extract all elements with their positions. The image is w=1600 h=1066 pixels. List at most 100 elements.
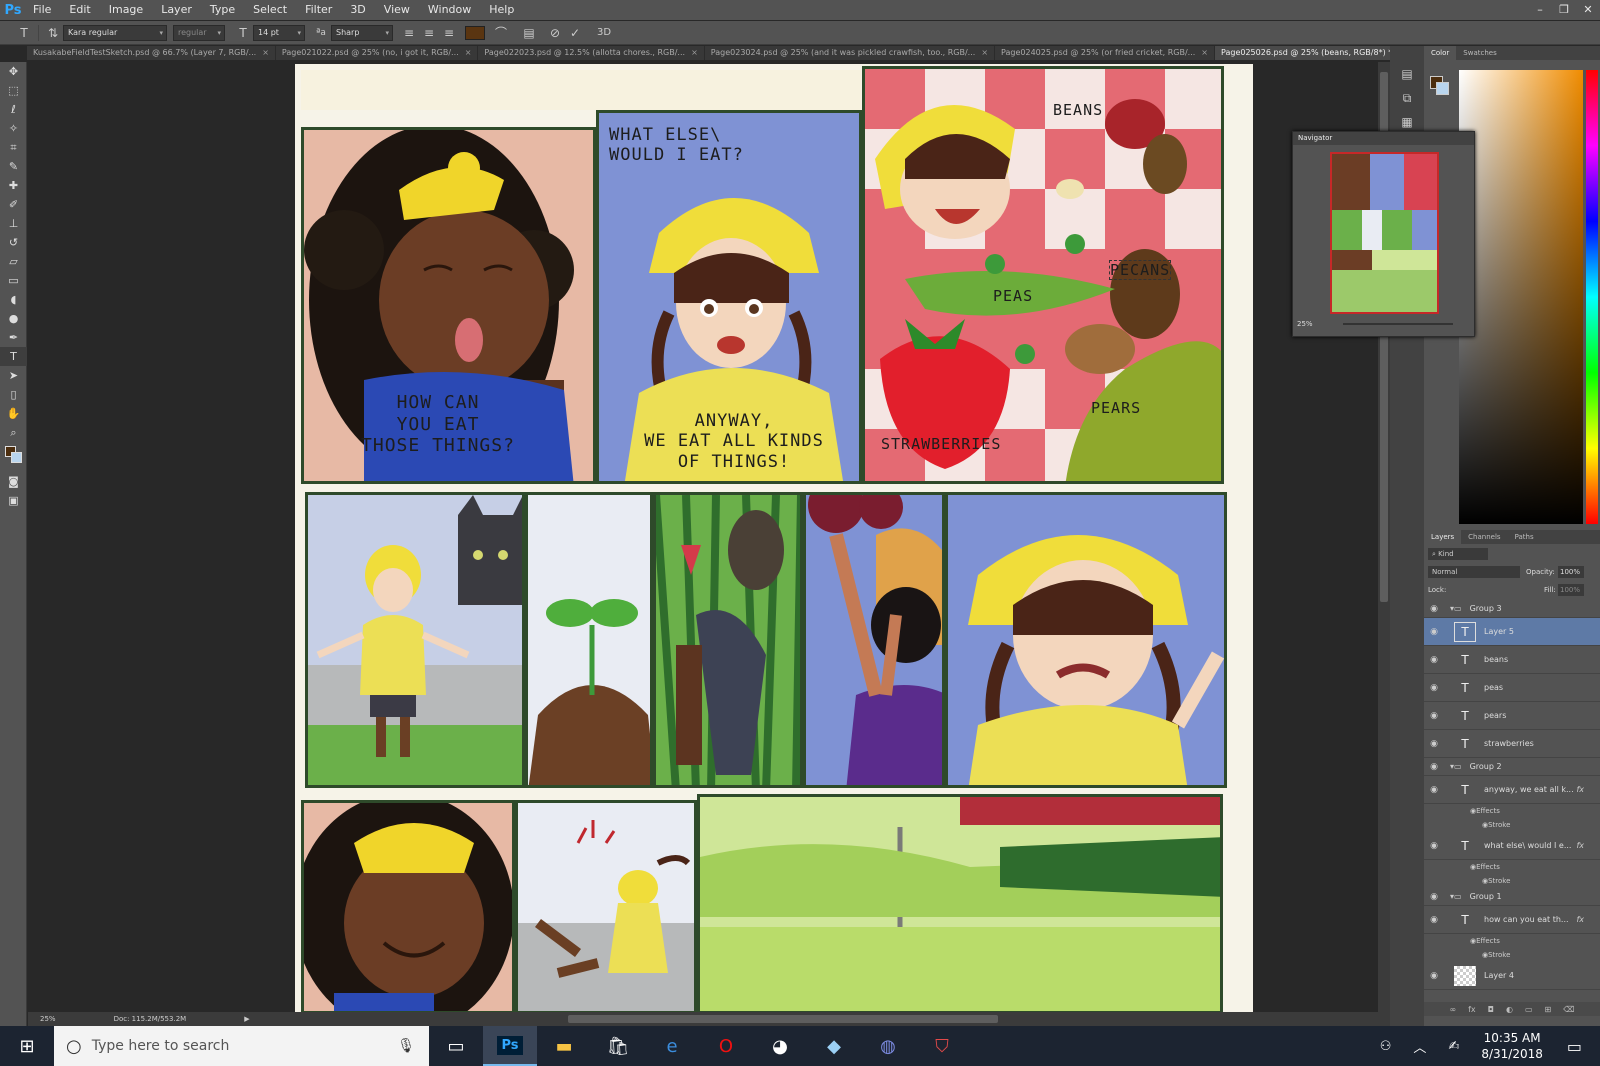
background-color-swatch[interactable] (11, 452, 22, 463)
eyedropper-tool-icon[interactable]: ✎ (0, 157, 27, 176)
effects-row[interactable]: ◉ Effects (1424, 934, 1600, 948)
lasso-tool-icon[interactable]: ℓ (0, 100, 27, 119)
discord-icon[interactable]: ◍ (861, 1026, 915, 1066)
restore-button[interactable]: ❐ (1552, 0, 1576, 20)
store-icon[interactable]: 🛍 (591, 1026, 645, 1066)
font-style-select[interactable]: regular ▾ (173, 24, 225, 41)
crop-tool-icon[interactable]: ⌗ (0, 138, 27, 157)
doc-tab-active[interactable]: Page025026.psd @ 25% (beans, RGB/8*) *× (1215, 46, 1412, 60)
zoom-level[interactable]: 25% (40, 1015, 56, 1023)
cancel-icon[interactable]: ⊘ (545, 23, 565, 43)
layer-row[interactable]: ◉ Twhat else\ would I e... fx (1424, 832, 1600, 860)
navigator-thumbnail[interactable] (1330, 152, 1439, 314)
blend-mode-select[interactable]: Normal (1428, 566, 1520, 578)
eye-icon[interactable]: ◉ (1424, 841, 1444, 851)
canvas-area[interactable]: HOW CAN YOU EAT THOSE THINGS? WHAT ELSE\… (28, 62, 1378, 1012)
layer-row[interactable]: ◉ Thow can you eat th... fx (1424, 906, 1600, 934)
pen-tool-icon[interactable]: ✒ (0, 328, 27, 347)
fx-icon[interactable]: fx (1576, 915, 1584, 924)
layer-row-selected[interactable]: ◉ T Layer 5 (1424, 618, 1600, 646)
layer-row[interactable]: ◉ Layer 4 (1424, 962, 1600, 990)
eye-icon[interactable]: ◉ (1424, 915, 1444, 925)
brush-tool-icon[interactable]: ✐ (0, 195, 27, 214)
menu-file[interactable]: File (24, 0, 60, 20)
menu-image[interactable]: Image (100, 0, 152, 20)
close-icon[interactable]: × (691, 46, 698, 60)
blur-tool-icon[interactable]: ◖ (0, 290, 27, 309)
screen-mode-icon[interactable]: ▣ (0, 491, 27, 510)
type-tool-icon[interactable]: T (14, 23, 34, 43)
status-arrow-icon[interactable]: ▶ (244, 1015, 249, 1023)
fx-icon[interactable]: fx (1468, 1005, 1476, 1014)
eye-icon[interactable]: ◉ (1424, 604, 1444, 614)
fx-icon[interactable]: fx (1576, 841, 1584, 850)
doc-tab[interactable]: KusakabeFieldTestSketch.psd @ 66.7% (Lay… (27, 46, 276, 60)
stroke-row[interactable]: ◉ Stroke (1424, 874, 1600, 888)
layer-row[interactable]: ◉ Tbeans (1424, 646, 1600, 674)
shield-icon[interactable]: ⛉ (915, 1026, 969, 1066)
close-icon[interactable]: × (465, 46, 472, 60)
folder-icon[interactable]: ▭ (1525, 1005, 1533, 1014)
windows-start-icon[interactable]: ⊞ (0, 1026, 54, 1066)
eye-icon[interactable]: ◉ (1424, 655, 1444, 665)
eye-icon[interactable]: ◉ (1424, 627, 1444, 637)
mask-icon[interactable]: ◘ (1488, 1005, 1494, 1014)
close-icon[interactable]: × (1201, 46, 1208, 60)
tab-color[interactable]: Color (1424, 46, 1457, 60)
path-selection-tool-icon[interactable]: ➤ (0, 366, 27, 385)
task-view-icon[interactable]: ▭ (429, 1026, 483, 1066)
eye-icon[interactable]: ◉ (1424, 971, 1444, 981)
dodge-tool-icon[interactable]: ● (0, 309, 27, 328)
eye-icon[interactable]: ◉ (1424, 683, 1444, 693)
edge-icon[interactable]: e (645, 1026, 699, 1066)
zoom-tool-icon[interactable]: ⌕ (0, 423, 27, 442)
notification-icon[interactable]: ▭ (1567, 1037, 1582, 1056)
history-brush-tool-icon[interactable]: ↺ (0, 233, 27, 252)
move-tool-icon[interactable]: ✥ (0, 62, 27, 81)
quick-mask-icon[interactable]: ◙ (0, 472, 27, 491)
layer-row[interactable]: ◉ Tstrawberries (1424, 730, 1600, 758)
adjustment-icon[interactable]: ◐ (1506, 1005, 1513, 1014)
hue-slider[interactable] (1586, 70, 1598, 524)
tab-swatches[interactable]: Swatches (1456, 46, 1503, 60)
background-color-swatch[interactable] (1436, 82, 1449, 95)
photoshop-taskbar-icon[interactable]: Ps (483, 1026, 537, 1066)
tab-paths[interactable]: Paths (1508, 530, 1541, 544)
eye-icon[interactable]: ◉ (1424, 892, 1444, 902)
menu-type[interactable]: Type (201, 0, 244, 20)
doc-tab[interactable]: Page022023.psd @ 12.5% (allotta chores.,… (478, 46, 705, 60)
color-picker-field[interactable] (1459, 70, 1583, 524)
marquee-tool-icon[interactable]: ⬚ (0, 81, 27, 100)
pen-workspace-icon[interactable]: ✍ (1448, 1039, 1459, 1054)
text-color-swatch[interactable] (465, 25, 485, 40)
horizontal-scroll-thumb[interactable] (568, 1015, 998, 1023)
font-size-select[interactable]: 14 pt ▾ (253, 24, 305, 41)
layer-row[interactable]: ◉ Tpears (1424, 702, 1600, 730)
file-explorer-icon[interactable]: ▬ (537, 1026, 591, 1066)
doc-tab[interactable]: Page024025.psd @ 25% (or fried cricket, … (995, 46, 1215, 60)
menu-edit[interactable]: Edit (60, 0, 99, 20)
fx-icon[interactable]: fx (1576, 785, 1584, 794)
taskbar-search-input[interactable]: ○ Type here to search 🎙 (54, 1026, 429, 1066)
microphone-icon[interactable]: 🎙 (397, 1038, 415, 1054)
close-button[interactable]: ✕ (1576, 0, 1600, 20)
stamp-tool-icon[interactable]: ⊥ (0, 214, 27, 233)
healing-brush-tool-icon[interactable]: ✚ (0, 176, 27, 195)
menu-select[interactable]: Select (244, 0, 296, 20)
orientation-toggle-icon[interactable]: ⇅ (43, 23, 63, 43)
align-right-icon[interactable]: ≡ (439, 23, 459, 43)
stroke-row[interactable]: ◉ Stroke (1424, 818, 1600, 832)
eye-icon[interactable]: ◉ (1424, 711, 1444, 721)
warp-text-icon[interactable]: ⌒ (491, 23, 511, 43)
effects-row[interactable]: ◉ Effects (1424, 860, 1600, 874)
menu-view[interactable]: View (375, 0, 419, 20)
antialias-select[interactable]: Sharp ▾ (331, 24, 393, 41)
character-panel-icon[interactable]: ▤ (519, 23, 539, 43)
menu-help[interactable]: Help (480, 0, 523, 20)
close-icon[interactable]: × (262, 46, 269, 60)
link-icon[interactable]: ∞ (1449, 1005, 1456, 1014)
layer-group-row[interactable]: ◉ ▾▭ Group 1 (1424, 888, 1600, 906)
document-canvas[interactable]: HOW CAN YOU EAT THOSE THINGS? WHAT ELSE\… (295, 64, 1253, 1012)
menu-filter[interactable]: Filter (296, 0, 341, 20)
eraser-tool-icon[interactable]: ▱ (0, 252, 27, 271)
